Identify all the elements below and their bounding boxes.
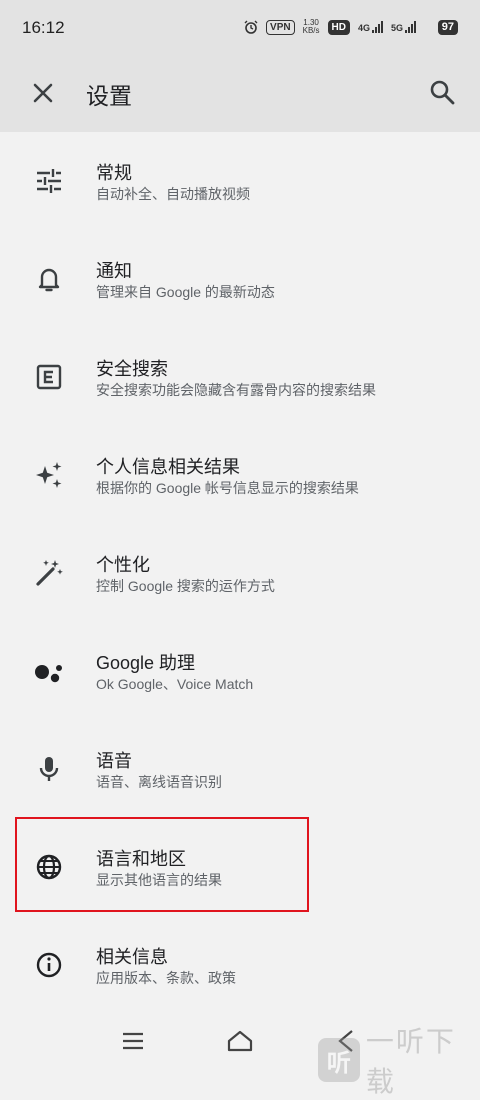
menu-icon[interactable] <box>122 1032 144 1050</box>
signal-bars-icon <box>405 21 416 33</box>
status-icons: VPN 1.30 KB/s HD 4G 5G <box>244 19 416 35</box>
home-icon[interactable] <box>226 1028 254 1054</box>
settings-item-personalization[interactable]: 个性化 控制 Google 搜索的运作方式 <box>0 524 480 622</box>
mic-icon <box>39 757 59 781</box>
settings-item-general[interactable]: 常规 自动补全、自动播放视频 <box>0 132 480 230</box>
status-time: 16:12 <box>22 18 65 37</box>
settings-item-safe-search[interactable]: 安全搜索 安全搜索功能会隐藏含有露骨内容的搜索结果 <box>0 328 480 426</box>
settings-item-subtitle: 应用版本、条款、政策 <box>96 970 236 986</box>
signal-bars-icon <box>371 21 383 33</box>
vpn-badge: VPN <box>266 19 295 35</box>
settings-item-title: 个人信息相关结果 <box>96 457 240 477</box>
net-speed: 1.30 KB/s <box>303 19 320 35</box>
sim2-signal: 5G <box>391 21 416 33</box>
watermark-text: 一听下载 <box>365 1026 456 1097</box>
alarm-icon <box>244 20 258 34</box>
settings-item-subtitle: 语音、离线语音识别 <box>96 774 222 790</box>
search-icon[interactable] <box>428 78 456 106</box>
net-speed-unit: KB/s <box>302 26 320 35</box>
settings-item-title: 通知 <box>96 261 132 281</box>
tune-icon <box>37 169 61 193</box>
assistant-icon <box>35 665 62 683</box>
settings-item-title: 安全搜索 <box>96 359 168 379</box>
settings-item-title: 个性化 <box>96 555 150 575</box>
sim2-type: 5G <box>390 23 403 33</box>
battery-indicator: 97 <box>437 20 458 35</box>
settings-item-subtitle: 根据你的 Google 帐号信息显示的搜索结果 <box>96 480 359 496</box>
sim1-signal: 4G <box>358 21 383 33</box>
settings-item-subtitle: 安全搜索功能会隐藏含有露骨内容的搜索结果 <box>96 382 376 398</box>
settings-item-title: 相关信息 <box>96 947 168 967</box>
magic-wand-icon <box>36 560 63 586</box>
settings-item-personal-results[interactable]: 个人信息相关结果 根据你的 Google 帐号信息显示的搜索结果 <box>0 426 480 524</box>
app-bar: 设置 <box>0 56 480 132</box>
settings-item-about[interactable]: 相关信息 应用版本、条款、政策 <box>0 916 480 1014</box>
settings-item-subtitle: Ok Google、Voice Match <box>96 676 254 692</box>
watermark: 听 一听下载 <box>318 1020 480 1100</box>
explicit-icon <box>36 364 62 390</box>
settings-item-title: Google 助理 <box>96 653 196 673</box>
info-icon <box>36 952 62 978</box>
settings-item-subtitle: 管理来自 Google 的最新动态 <box>96 284 275 300</box>
settings-item-subtitle: 自动补全、自动播放视频 <box>96 186 250 202</box>
watermark-logo: 听 <box>318 1038 360 1082</box>
settings-item-title: 常规 <box>96 163 132 183</box>
bell-icon <box>38 268 60 292</box>
sparkle-icon <box>36 462 62 488</box>
settings-item-title: 语音 <box>96 751 132 771</box>
settings-item-assistant[interactable]: Google 助理 Ok Google、Voice Match <box>0 622 480 720</box>
hd-badge: HD <box>327 19 350 35</box>
sim1-type: 4G <box>357 23 370 33</box>
settings-item-voice[interactable]: 语音 语音、离线语音识别 <box>0 720 480 818</box>
close-icon[interactable] <box>30 80 56 106</box>
page-title: 设置 <box>86 83 132 109</box>
highlight-box <box>15 817 309 912</box>
status-bar: 16:12 VPN 1.30 KB/s HD 4G 5G 97 <box>0 0 480 56</box>
settings-item-subtitle: 控制 Google 搜索的运作方式 <box>96 578 275 594</box>
settings-item-notifications[interactable]: 通知 管理来自 Google 的最新动态 <box>0 230 480 328</box>
